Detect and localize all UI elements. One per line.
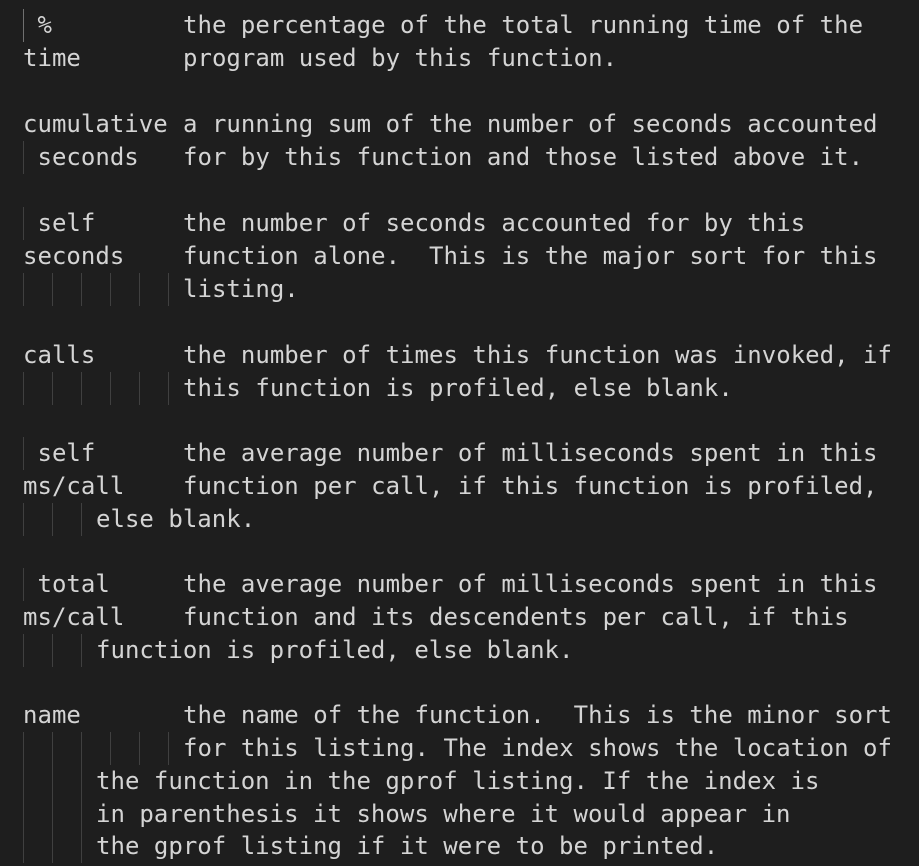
code-line[interactable]: function is profiled, else blank. [0,634,919,667]
code-line[interactable] [0,174,919,207]
field-description: this function is profiled, else blank. [183,374,733,402]
field-description: function per call, if this function is p… [183,472,878,500]
code-line[interactable] [0,306,919,339]
field-description: the number of times this function was in… [183,341,892,369]
field-description: for this listing. The index shows the lo… [183,734,892,762]
code-line[interactable]: % the percentage of the total running ti… [0,9,919,42]
code-line[interactable] [0,667,919,700]
code-line[interactable]: self the number of seconds accounted for… [0,207,919,240]
field-name: % [23,11,52,39]
field-description: function is profiled, else blank. [96,636,574,664]
field-description: else blank. [96,505,256,533]
field-description: program used by this function. [183,44,618,72]
code-line[interactable]: seconds function alone. This is the majo… [0,240,919,273]
field-description: listing. [183,275,299,303]
code-line[interactable]: cumulative a running sum of the number o… [0,108,919,141]
field-description: the average number of milliseconds spent… [183,570,878,598]
code-line[interactable]: name the name of the function. This is t… [0,699,919,732]
code-line[interactable]: ms/call function and its descendents per… [0,601,919,634]
field-name: seconds [23,143,139,171]
field-name: seconds [23,242,125,270]
code-line[interactable]: in parenthesis it shows where it would a… [0,798,919,831]
code-line[interactable]: ms/call function per call, if this funct… [0,470,919,503]
field-description: the percentage of the total running time… [183,11,864,39]
field-description: the average number of milliseconds spent… [183,439,878,467]
field-name: ms/call [23,472,125,500]
indent-guides [0,273,919,306]
field-name: self [23,209,96,237]
code-line[interactable]: calls the number of times this function … [0,339,919,372]
code-line[interactable]: total the average number of milliseconds… [0,568,919,601]
code-line[interactable]: the gprof listing if it were to be print… [0,830,919,863]
code-line[interactable]: time program used by this function. [0,42,919,75]
code-editor[interactable]: % the percentage of the total running ti… [0,0,919,866]
code-line[interactable]: seconds for by this function and those l… [0,141,919,174]
code-line[interactable]: else blank. [0,503,919,536]
field-description: the number of seconds accounted for by t… [183,209,806,237]
field-name: total [23,570,110,598]
code-line[interactable]: for this listing. The index shows the lo… [0,732,919,765]
field-name: ms/call [23,603,125,631]
code-line[interactable] [0,405,919,438]
code-line[interactable]: listing. [0,273,919,306]
field-description: a running sum of the number of seconds a… [183,110,878,138]
field-name: self [23,439,96,467]
field-name: calls [23,341,96,369]
field-description: function and its descendents per call, i… [183,603,849,631]
code-line[interactable] [0,536,919,569]
field-description: function alone. This is the major sort f… [183,242,878,270]
code-line[interactable]: self the average number of milliseconds … [0,437,919,470]
field-name: time [23,44,81,72]
field-description: in parenthesis it shows where it would a… [96,800,791,828]
code-line[interactable] [0,75,919,108]
code-line[interactable]: this function is profiled, else blank. [0,372,919,405]
field-name: cumulative [23,110,168,138]
field-description: the name of the function. This is the mi… [183,701,892,729]
field-name: name [23,701,81,729]
code-line[interactable]: the function in the gprof listing. If th… [0,765,919,798]
field-description: the function in the gprof listing. If th… [96,767,820,795]
field-description: the gprof listing if it were to be print… [96,832,719,860]
field-description: for by this function and those listed ab… [183,143,864,171]
